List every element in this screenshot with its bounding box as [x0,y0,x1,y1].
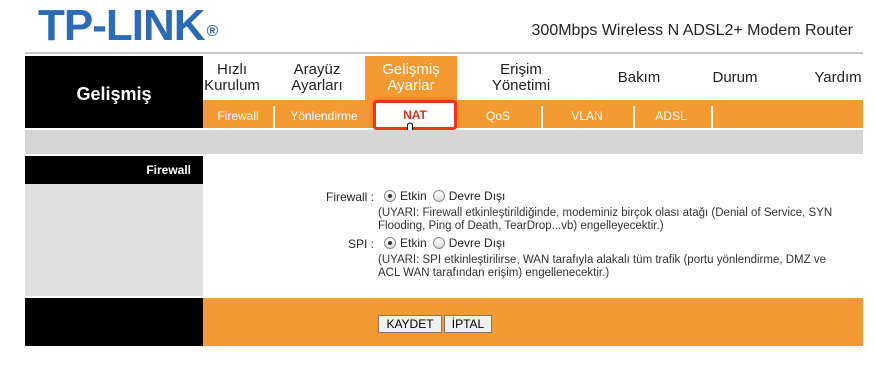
header-divider [25,52,863,54]
nav-interface-setup[interactable]: Arayüz Ayarları [281,56,353,100]
firewall-radio-group: Etkin Devre Dışı [380,189,505,203]
sub-nav-shadow-band [25,130,863,154]
subtab-qos[interactable]: QoS [465,104,531,128]
firewall-off-radio[interactable] [432,190,445,202]
nav-advanced-setup[interactable]: Gelişmiş Ayarlar [365,56,457,100]
sub-nav: Firewall Yönlendirme NAT QoS VLAN ADSL [203,100,863,130]
spi-radio-group: Etkin Devre Dışı [380,236,505,250]
subtab-separator [273,106,275,128]
subtab-separator [541,106,543,128]
spi-on-radio[interactable] [384,237,396,249]
subtab-separator [633,106,635,128]
section-side-panel [25,184,203,296]
main-nav: Hızlı Kurulum Arayüz Ayarları Gelişmiş A… [203,56,863,100]
subtab-adsl[interactable]: ADSL [643,104,699,128]
firewall-on-radio[interactable] [384,190,396,202]
spi-warning: (UYARI: SPI etkinleştirilirse, WAN taraf… [378,254,826,279]
spi-off-label: Devre Dışı [448,236,506,250]
footer-side-panel [25,298,203,346]
subtab-vlan[interactable]: VLAN [553,104,621,128]
nav-help[interactable]: Yardım [803,56,873,100]
firewall-on-label: Etkin [400,189,427,203]
spi-label: SPI : [347,237,374,251]
firewall-off-label: Devre Dışı [448,189,506,203]
tp-link-logo: TP-LINK ® [38,1,218,50]
menu-title: Gelişmiş [25,56,203,128]
subtab-routing[interactable]: Yönlendirme [283,104,365,128]
nav-maintenance[interactable]: Bakım [607,56,671,100]
spi-on-label: Etkin [400,236,427,250]
nav-quick-setup[interactable]: Hızlı Kurulum [203,56,261,100]
product-name: 300Mbps Wireless N ADSL2+ Modem Router [531,22,853,39]
subtab-separator [711,106,713,128]
section-header-firewall: Firewall [25,156,203,184]
spi-off-radio[interactable] [432,237,445,249]
firewall-label: Firewall : [325,190,374,204]
nav-status[interactable]: Durum [703,56,767,100]
cancel-button[interactable]: İPTAL [444,315,492,333]
subtab-firewall[interactable]: Firewall [209,104,267,128]
save-button[interactable]: KAYDET [378,315,442,333]
nav-access-management[interactable]: Erişim Yönetimi [479,56,563,100]
footer-action-bar [203,298,863,346]
firewall-warning: (UYARI: Firewall etkinleştirildiğinde, m… [378,207,833,232]
